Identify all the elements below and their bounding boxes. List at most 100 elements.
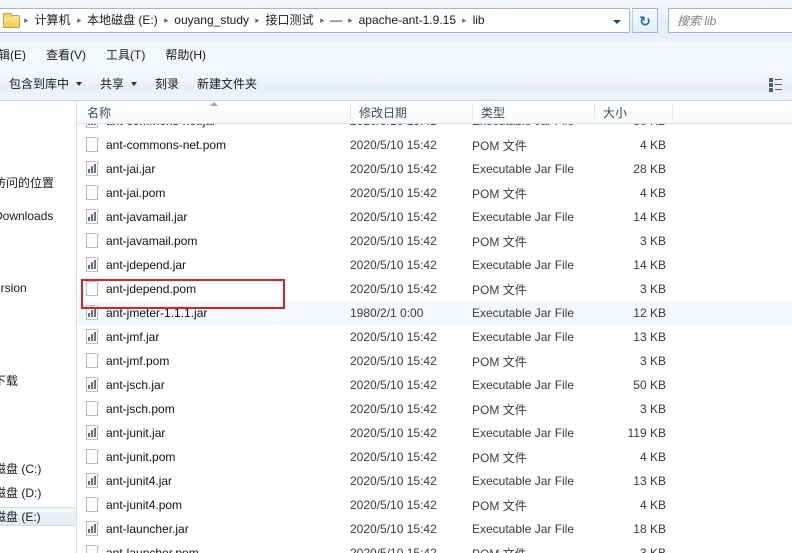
file-name-cell: ant-jsch.pom bbox=[78, 397, 350, 421]
nav-item-5[interactable]: 磁盘 (D:) bbox=[0, 483, 76, 502]
file-size-cell: 3 KB bbox=[639, 234, 666, 248]
menu-item-2[interactable]: 工具(T) bbox=[96, 44, 155, 66]
table-row[interactable]: ant-jsch.jar 2020/5/10 15:42 Executable Ja… bbox=[78, 373, 792, 397]
menu-item-3[interactable]: 帮助(H) bbox=[155, 44, 216, 66]
table-row[interactable]: ant-javamail.jar 2020/5/10 15:42 Executabl… bbox=[78, 205, 792, 229]
breadcrumb-item-1[interactable]: 本地磁盘 (E:) bbox=[83, 10, 162, 31]
file-date-cell: 2020/5/10 15:42 bbox=[350, 138, 437, 152]
address-bar[interactable]: ▸ 计算机 ▸ 本地磁盘 (E:) ▸ ouyang_study ▸ 接口测试 ▸ — ▸ apach… bbox=[0, 8, 630, 33]
breadcrumb-item-4[interactable]: — bbox=[326, 10, 346, 31]
column-header-3[interactable]: 大小 bbox=[594, 101, 672, 123]
table-row[interactable]: ant-jmf.jar 2020/5/10 15:42 Executable Jar… bbox=[78, 325, 792, 349]
table-row[interactable]: ant-jsch.pom 2020/5/10 15:42 POM 文件 3 KB bbox=[78, 397, 792, 421]
breadcrumb-item-5[interactable]: apache-ant-1.9.15 bbox=[355, 10, 460, 31]
file-size-cell: 28 KB bbox=[633, 162, 666, 176]
file-type-cell: POM 文件 bbox=[472, 354, 527, 369]
nav-item-2[interactable]: ersion bbox=[0, 278, 76, 297]
column-header-label: 修改日期 bbox=[359, 105, 408, 120]
table-row[interactable]: ant-jai.jar 2020/5/10 15:42 Executable Jar… bbox=[78, 157, 792, 181]
toolbar-button-1[interactable]: 共享 bbox=[91, 72, 146, 97]
file-date-cell: 2020/5/10 15:42 bbox=[350, 330, 437, 344]
refresh-button[interactable]: ↻ bbox=[632, 8, 658, 33]
nav-item-3[interactable]: 下载 bbox=[0, 371, 76, 390]
file-date-cell: 2020/5/10 15:42 bbox=[350, 546, 437, 553]
address-bar-row: ▸ 计算机 ▸ 本地磁盘 (E:) ▸ ouyang_study ▸ 接口测试 ▸ — ▸ apach… bbox=[0, 0, 792, 42]
pom-file-icon bbox=[86, 281, 99, 297]
table-row[interactable]: ant-junit.jar 2020/5/10 15:42 Executable J… bbox=[78, 421, 792, 445]
column-header-label: 大小 bbox=[603, 105, 628, 120]
column-divider[interactable] bbox=[672, 104, 673, 120]
breadcrumb-item-3[interactable]: 接口测试 bbox=[262, 10, 318, 31]
file-date-cell: 2020/5/10 15:42 bbox=[350, 378, 437, 392]
file-size-cell: 4 KB bbox=[639, 450, 666, 464]
table-row[interactable]: ant-junit4.pom 2020/5/10 15:42 POM 文件 4 KB bbox=[78, 493, 792, 517]
navigation-pane: 访问的位置 Downloads ersion 下载磁盘 (C:) 磁盘 (D:) 磁盘 (… bbox=[0, 101, 77, 553]
folder-icon bbox=[3, 13, 20, 28]
file-type-cell: Executable Jar File bbox=[472, 210, 575, 224]
file-date-cell: 1980/2/1 0:00 bbox=[350, 306, 424, 320]
file-size-cell: 3 KB bbox=[639, 546, 666, 553]
toolbar-button-2[interactable]: 刻录 bbox=[146, 72, 188, 97]
nav-item-0[interactable]: 访问的位置 bbox=[0, 173, 76, 192]
nav-item-6[interactable]: 磁盘 (E:) bbox=[0, 507, 76, 526]
table-row[interactable]: ant-jdepend.jar 2020/5/10 15:42 Executable… bbox=[78, 253, 792, 277]
table-row[interactable]: ant-javamail.pom 2020/5/10 15:42 POM 文件 3 K… bbox=[78, 229, 792, 253]
breadcrumb-separator: ▸ bbox=[24, 15, 29, 25]
file-name-label: ant-junit4.jar bbox=[106, 474, 173, 488]
view-mode-icon bbox=[768, 77, 782, 92]
file-size-cell: 3 KB bbox=[639, 354, 666, 368]
breadcrumb-separator: ▸ bbox=[255, 15, 260, 25]
file-name-cell: ant-javamail.pom bbox=[78, 229, 350, 253]
file-size-cell: 3 KB bbox=[639, 402, 666, 416]
file-name-cell: ant-jdepend.jar bbox=[78, 253, 350, 277]
table-row[interactable]: ant-junit4.jar 2020/5/10 15:42 Executable … bbox=[78, 469, 792, 493]
column-header-1[interactable]: 修改日期 bbox=[350, 101, 472, 123]
column-divider[interactable] bbox=[594, 104, 595, 120]
file-name-label: ant-jsch.pom bbox=[106, 402, 175, 416]
table-row[interactable]: ant-launcher.pom 2020/5/10 15:42 POM 文件 3 K… bbox=[78, 541, 792, 553]
breadcrumb-item-6[interactable]: lib bbox=[469, 10, 489, 31]
toolbar-button-label: 刻录 bbox=[155, 76, 180, 91]
chevron-down-icon bbox=[131, 82, 138, 86]
file-name-cell: ant-junit4.jar bbox=[78, 469, 350, 493]
file-date-cell: 2020/5/10 15:42 bbox=[350, 124, 472, 133]
file-name-label: ant-jmf.jar bbox=[106, 330, 160, 344]
jar-file-icon bbox=[86, 257, 99, 273]
file-name-cell: ant-commons-net.jar bbox=[78, 124, 350, 133]
nav-item-1[interactable]: Downloads bbox=[0, 206, 76, 225]
file-name-label: ant-jmf.pom bbox=[106, 354, 170, 368]
menu-item-0[interactable]: 辑(E) bbox=[0, 44, 36, 66]
column-divider[interactable] bbox=[472, 104, 473, 120]
jar-file-icon bbox=[86, 329, 99, 345]
file-name-label: ant-commons-net.pom bbox=[106, 138, 227, 152]
menu-item-1[interactable]: 查看(V) bbox=[36, 44, 96, 66]
table-row[interactable]: ant-commons-net.jar 2020/5/10 15:42Execut… bbox=[78, 124, 792, 133]
table-row[interactable]: ant-junit.pom 2020/5/10 15:42 POM 文件 4 KB bbox=[78, 445, 792, 469]
breadcrumb-item-0[interactable]: 计算机 bbox=[31, 10, 75, 31]
column-divider[interactable] bbox=[350, 104, 351, 120]
breadcrumb-separator: ▸ bbox=[348, 15, 353, 25]
table-row[interactable]: ant-jmf.pom 2020/5/10 15:42 POM 文件 3 KB bbox=[78, 349, 792, 373]
nav-item-label: 下载 bbox=[0, 374, 19, 388]
table-row[interactable]: ant-jmeter-1.1.1.jar 1980/2/1 0:00 Executa… bbox=[78, 301, 792, 325]
file-date-cell: 2020/5/10 15:42 bbox=[350, 258, 437, 272]
column-header-2[interactable]: 类型 bbox=[472, 101, 594, 123]
toolbar-button-3[interactable]: 新建文件夹 bbox=[188, 72, 266, 97]
file-type-cell: POM 文件 bbox=[472, 282, 527, 297]
breadcrumb-item-2[interactable]: ouyang_study bbox=[170, 10, 253, 31]
file-name-label: ant-junit.pom bbox=[106, 450, 176, 464]
nav-item-4[interactable]: 磁盘 (C:) bbox=[0, 459, 76, 478]
file-date-cell: 2020/5/10 15:42 bbox=[350, 354, 437, 368]
file-date-cell: 2020/5/10 15:42 bbox=[350, 234, 437, 248]
table-row[interactable]: ant-jai.pom 2020/5/10 15:42 POM 文件 4 KB bbox=[78, 181, 792, 205]
table-row[interactable]: ant-jdepend.pom 2020/5/10 15:42 POM 文件 3 KB bbox=[78, 277, 792, 301]
view-mode-button[interactable] bbox=[760, 74, 790, 95]
table-row[interactable]: ant-commons-net.pom 2020/5/10 15:42 POM 文件… bbox=[78, 133, 792, 157]
address-dropdown-button[interactable] bbox=[606, 10, 628, 32]
file-date-cell: 2020/5/10 15:42 bbox=[350, 402, 437, 416]
file-name-label: ant-jsch.jar bbox=[106, 378, 165, 392]
table-row[interactable]: ant-launcher.jar 2020/5/10 15:42 Executabl… bbox=[78, 517, 792, 541]
toolbar-button-0[interactable]: 包含到库中 bbox=[0, 72, 91, 97]
file-date-cell: 2020/5/10 15:42 bbox=[350, 498, 437, 512]
search-input[interactable]: 搜索 lib bbox=[668, 8, 792, 33]
